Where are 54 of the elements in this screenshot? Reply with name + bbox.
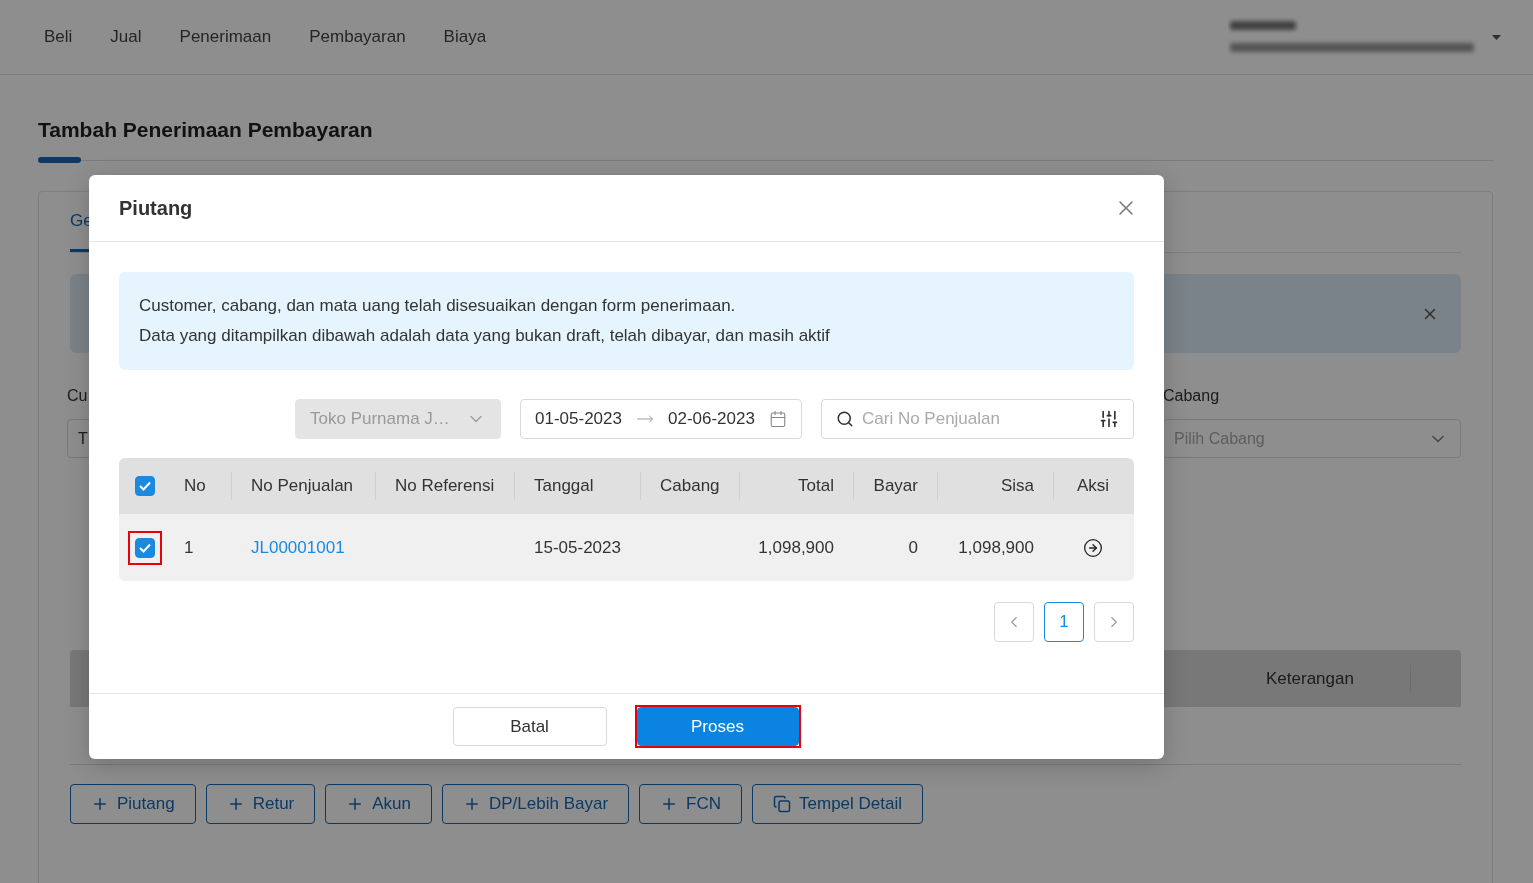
table-cell: 1,098,900 xyxy=(958,537,1034,558)
table-cell: 0 xyxy=(908,537,918,558)
add-button[interactable]: Tempel Detail xyxy=(752,784,924,824)
plus-icon xyxy=(91,795,109,813)
date-range-field[interactable]: 01-05-2023 02-06-2023 xyxy=(520,399,802,439)
process-button[interactable]: Proses xyxy=(636,707,799,746)
search-field[interactable]: Cari No Penjualan xyxy=(821,399,1134,439)
table-row[interactable]: 1 JL00001001 15-05-2023 1,098,900 0 1,098,900 xyxy=(119,514,1134,581)
modal-title: Piutang xyxy=(119,196,193,220)
plus-icon xyxy=(463,795,481,813)
column-header: Total xyxy=(739,458,853,514)
check-icon xyxy=(138,481,151,491)
column-header: Cabang xyxy=(640,458,739,514)
page-button[interactable]: 1 xyxy=(1044,602,1084,642)
column-header: Aksi xyxy=(1053,458,1133,514)
cancel-button[interactable]: Batal xyxy=(452,707,607,746)
table-cell: 1,098,900 xyxy=(758,537,834,558)
sale-number-link[interactable]: JL00001001 xyxy=(251,537,345,558)
select-all-checkbox[interactable] xyxy=(134,476,155,496)
add-button[interactable]: Akun xyxy=(325,784,432,824)
column-header: Keterangan xyxy=(1215,664,1411,693)
check-icon xyxy=(138,542,151,553)
search-icon xyxy=(836,410,854,428)
calendar-icon xyxy=(768,410,787,428)
info-text: Data yang ditampilkan dibawah adalah data yang bukan draft, telah dibayar, dan masih aktif xyxy=(139,325,831,347)
add-button[interactable]: DP/Lebih Bayar xyxy=(442,784,630,824)
field-label: Cu xyxy=(67,386,89,406)
copy-icon xyxy=(773,795,792,813)
add-button[interactable]: Retur xyxy=(205,784,316,824)
nav-item[interactable]: Biaya xyxy=(443,27,487,47)
column-header: No Referensi xyxy=(375,458,514,514)
nav-item[interactable]: Penerimaan xyxy=(179,27,272,47)
column-header: Tanggal xyxy=(514,458,640,514)
start-date: 01-05-2023 xyxy=(535,409,622,429)
table-cell: 15-05-2023 xyxy=(534,537,621,558)
nav-item[interactable]: Pembayaran xyxy=(309,27,406,47)
column-header: No Penjualan xyxy=(231,458,375,514)
end-date: 02-06-2023 xyxy=(667,409,755,429)
info-text: Customer, cabang, dan mata uang telah disesuaikan dengan form penerimaan. xyxy=(139,295,737,317)
column-header: No xyxy=(183,475,207,497)
nav-item[interactable]: Beli xyxy=(44,27,73,47)
filter-sliders-icon[interactable] xyxy=(1099,409,1119,429)
caret-down-icon[interactable] xyxy=(1492,34,1501,40)
table-cell: 1 xyxy=(184,537,194,558)
column-header: Bayar xyxy=(853,458,937,514)
field-label: Cabang xyxy=(1163,386,1221,406)
page-title: Tambah Penerimaan Pembayaran xyxy=(38,117,374,143)
column-header: Sisa xyxy=(937,458,1053,514)
add-button[interactable]: Piutang xyxy=(70,784,196,824)
arrow-circle-right-icon[interactable] xyxy=(1083,537,1103,558)
title-accent-bar xyxy=(38,157,81,163)
row-checkbox[interactable] xyxy=(134,537,155,558)
nav-item[interactable]: Jual xyxy=(110,27,142,47)
add-button[interactable]: FCN xyxy=(639,784,743,824)
